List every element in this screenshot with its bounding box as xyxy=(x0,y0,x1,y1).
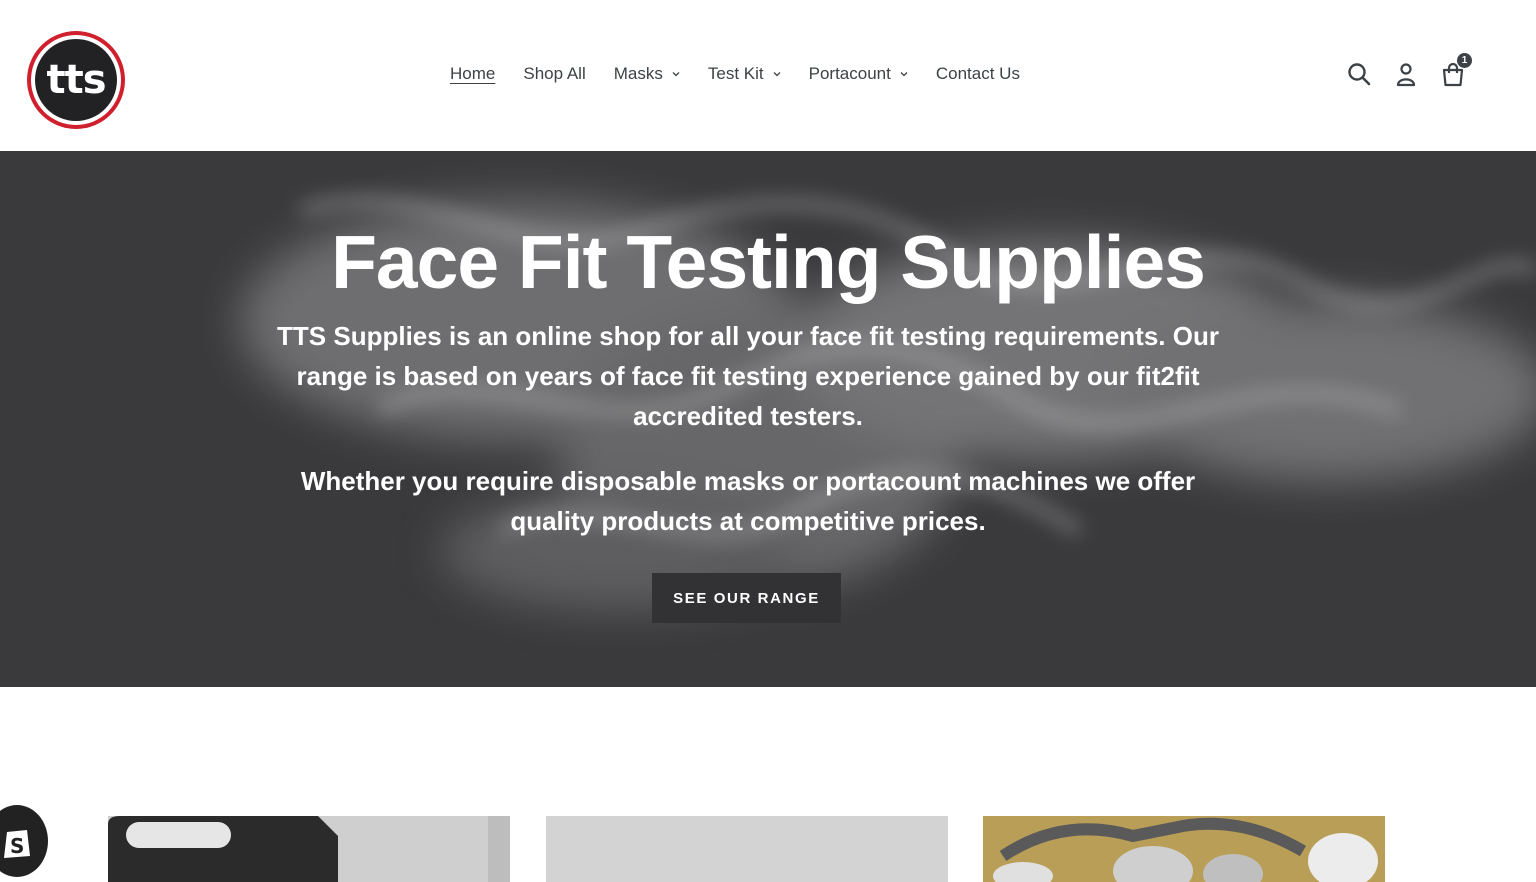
account-icon xyxy=(1396,63,1416,87)
logo-ring: tts xyxy=(31,35,121,125)
nav-label-contact-us: Contact Us xyxy=(935,64,1020,83)
nav-label-shop-all: Shop All xyxy=(523,64,586,83)
shopify-chat-button[interactable]: S xyxy=(0,805,48,877)
collection-card-image[interactable] xyxy=(108,816,510,882)
site-header: tts Home Shop All Masks Test Kit Portaco… xyxy=(0,0,1536,151)
see-our-range-button[interactable]: SEE OUR RANGE xyxy=(652,573,841,623)
hero-description-secondary: Whether you require disposable masks or … xyxy=(300,466,1196,536)
chevron-down-icon xyxy=(900,72,908,77)
logo-text: tts xyxy=(35,39,117,121)
chevron-down-icon xyxy=(773,72,781,77)
tts-logo[interactable]: tts xyxy=(27,31,125,129)
collection-card-image[interactable] xyxy=(983,816,1385,882)
hero-content: Face Fit Testing Supplies TTS Supplies i… xyxy=(0,151,1536,687)
collection-image-placeholder xyxy=(546,816,948,882)
hero-banner: Face Fit Testing Supplies TTS Supplies i… xyxy=(0,151,1536,687)
nav-item-test-kit[interactable]: Test Kit xyxy=(694,64,795,84)
collection-image-test-kit xyxy=(108,816,510,882)
search-icon xyxy=(1348,63,1371,86)
collection-image-masks xyxy=(983,816,1385,882)
nav-item-contact-us[interactable]: Contact Us xyxy=(922,64,1034,84)
nav-label-test-kit: Test Kit xyxy=(707,64,764,83)
nav-item-portacount[interactable]: Portacount xyxy=(795,64,922,84)
account-button[interactable] xyxy=(1393,61,1419,87)
search-button[interactable] xyxy=(1346,61,1372,87)
cart-count-badge: 1 xyxy=(1457,53,1472,68)
svg-text:S: S xyxy=(10,834,24,858)
main-nav: Home Shop All Masks Test Kit Portacount … xyxy=(436,62,1034,86)
shopify-bag-icon: S xyxy=(4,830,30,858)
collection-card-image[interactable] xyxy=(546,816,948,882)
header-icons: 1 xyxy=(1325,53,1472,90)
nav-label-home: Home xyxy=(450,64,496,83)
hero-description: TTS Supplies is an online shop for all y… xyxy=(277,321,1219,431)
nav-item-shop-all[interactable]: Shop All xyxy=(509,64,599,84)
hero-title: Face Fit Testing Supplies xyxy=(331,220,1206,304)
chevron-down-icon xyxy=(672,72,680,77)
nav-item-home[interactable]: Home xyxy=(436,64,509,84)
nav-label-masks: Masks xyxy=(613,64,663,83)
nav-item-masks[interactable]: Masks xyxy=(600,64,694,84)
cart-button[interactable]: 1 xyxy=(1440,53,1472,87)
nav-label-portacount: Portacount xyxy=(808,64,891,83)
